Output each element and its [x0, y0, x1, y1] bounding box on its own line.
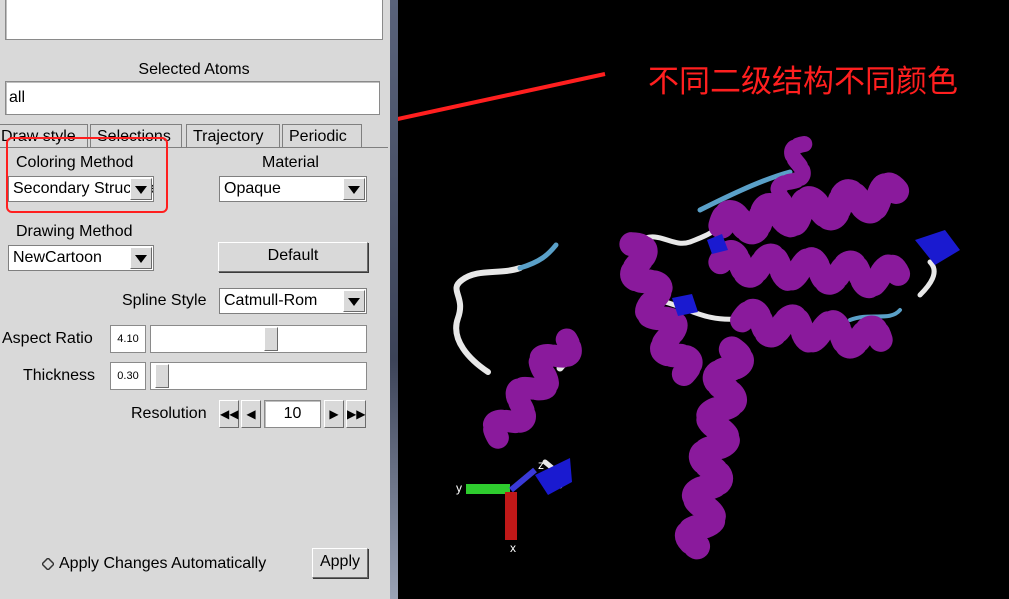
graphical-representations-panel: Selected Atoms all Draw style Selections… [0, 0, 390, 599]
red-arrow-icon [398, 72, 606, 121]
resolution-value: 10 [283, 405, 302, 422]
aspect-ratio-label: Aspect Ratio [2, 330, 93, 347]
highlight-box [6, 137, 168, 213]
apply-auto-radio[interactable] [40, 556, 56, 572]
spline-style-dropdown[interactable]: Catmull-Rom [219, 288, 367, 314]
drawing-method-label: Drawing Method [16, 223, 133, 240]
material-label: Material [262, 154, 319, 171]
selected-atoms-input[interactable]: all [5, 81, 380, 115]
material-value: Opaque [224, 180, 281, 197]
drawing-method-value: NewCartoon [13, 249, 102, 266]
window-edge [390, 0, 398, 599]
resolution-increase-button[interactable]: ▶ [324, 400, 344, 428]
helix-5 [708, 240, 912, 298]
axes-icon [466, 467, 537, 540]
spline-style-label: Spline Style [122, 292, 207, 309]
helix-4 [708, 172, 912, 245]
resolution-decrease-button[interactable]: ◀ [241, 400, 261, 428]
chevron-down-icon[interactable] [343, 178, 365, 200]
thickness-label: Thickness [23, 367, 96, 384]
axis-label-z: z [538, 458, 544, 472]
diamond-radio-icon [40, 556, 56, 572]
thickness-value: 0.30 [110, 362, 146, 390]
axis-label-y: y [456, 481, 462, 495]
spline-style-value: Catmull-Rom [224, 292, 318, 309]
chevron-down-icon[interactable] [343, 290, 365, 312]
chevron-down-icon[interactable] [130, 247, 152, 269]
apply-auto-label: Apply Changes Automatically [59, 555, 267, 572]
tab-trajectory[interactable]: Trajectory [186, 124, 280, 148]
resolution-increase-fast-button[interactable]: ▶▶ [346, 400, 366, 428]
resolution-label: Resolution [131, 405, 207, 422]
thickness-slider-handle[interactable] [155, 364, 169, 388]
aspect-ratio-value: 4.10 [110, 325, 146, 353]
selected-atoms-value: all [9, 89, 26, 106]
helix-1 [482, 328, 582, 449]
apply-button[interactable]: Apply [312, 548, 368, 578]
aspect-ratio-slider-handle[interactable] [264, 327, 278, 351]
thickness-slider[interactable] [150, 362, 367, 390]
representations-list[interactable] [5, 0, 383, 40]
axis-label-x: x [510, 541, 516, 555]
resolution-decrease-fast-button[interactable]: ◀◀ [219, 400, 239, 428]
default-button[interactable]: Default [218, 242, 368, 272]
aspect-ratio-slider[interactable] [150, 325, 367, 353]
tab-periodic[interactable]: Periodic [282, 124, 362, 148]
annotation-text: 不同二级结构不同颜色 [648, 64, 958, 100]
selected-atoms-label: Selected Atoms [138, 61, 250, 78]
resolution-input[interactable]: 10 [264, 400, 321, 428]
drawing-method-dropdown[interactable]: NewCartoon [8, 245, 154, 271]
material-dropdown[interactable]: Opaque [219, 176, 367, 202]
